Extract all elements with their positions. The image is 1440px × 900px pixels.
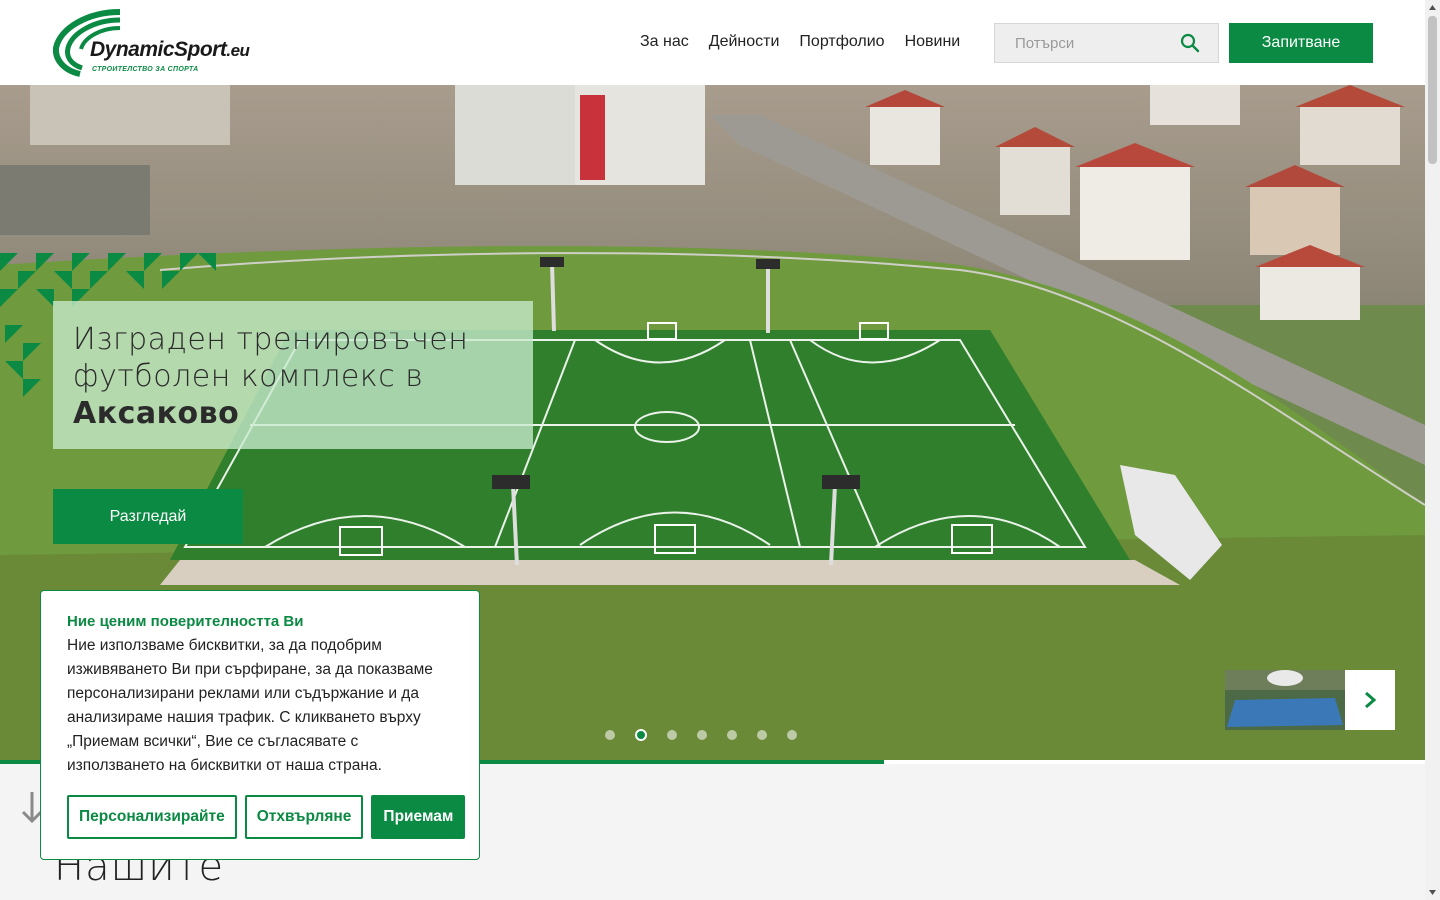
view-project-button[interactable]: Разгледай <box>53 489 243 544</box>
slider-dot-2[interactable] <box>635 729 647 741</box>
logo-tagline: СТРОИТЕЛСТВО ЗА СПОРТА <box>92 66 199 73</box>
inquiry-button[interactable]: Запитване <box>1229 23 1373 63</box>
cookie-title: Ние ценим поверителността Ви <box>67 613 304 630</box>
cookie-consent-dialog: Ние ценим поверителността Ви Ние използв… <box>40 590 480 860</box>
slider-dot-7[interactable] <box>787 730 797 740</box>
chevron-right-icon <box>1365 691 1377 709</box>
next-slide-thumbnail[interactable] <box>1225 670 1345 730</box>
page-root: DynamicSport.eu СТРОИТЕЛСТВО ЗА СПОРТА З… <box>0 0 1440 900</box>
search-icon[interactable] <box>1180 33 1200 53</box>
cookie-text: Ние използваме бисквитки, за да подобрим… <box>67 637 433 774</box>
slider-pagination <box>605 729 797 741</box>
main-nav: За нас Дейности Портфолио Новини <box>640 33 960 51</box>
thumbnail-image <box>1225 670 1345 730</box>
scrollbar-thumb[interactable] <box>1428 16 1437 164</box>
next-slide-button[interactable] <box>1345 670 1395 730</box>
scroll-up-icon[interactable] <box>1428 3 1437 12</box>
nav-item-news[interactable]: Новини <box>905 33 961 51</box>
search-input[interactable] <box>995 24 1180 62</box>
cookie-reject-button[interactable]: Отхвърляне <box>244 795 364 839</box>
hero-title: Изграден тренировъчен футболен комплекс … <box>73 322 469 431</box>
cookie-accept-button[interactable]: Приемам <box>371 795 466 839</box>
slider-dot-5[interactable] <box>727 730 737 740</box>
slider-dot-4[interactable] <box>697 730 707 740</box>
site-logo[interactable]: DynamicSport.eu СТРОИТЕЛСТВО ЗА СПОРТА <box>50 8 290 80</box>
hero-caption: Изграден тренировъчен футболен комплекс … <box>53 301 533 449</box>
logo-wordmark: DynamicSport.eu <box>90 38 250 61</box>
slider-dot-3[interactable] <box>667 730 677 740</box>
nav-item-activities[interactable]: Дейности <box>709 33 780 51</box>
scroll-down-icon[interactable] <box>1428 888 1437 897</box>
site-header: DynamicSport.eu СТРОИТЕЛСТВО ЗА СПОРТА З… <box>0 0 1425 85</box>
cookie-actions: Персонализирайте Отхвърляне Приемам <box>67 795 466 839</box>
nav-item-portfolio[interactable]: Портфолио <box>799 33 884 51</box>
search-box <box>994 23 1219 63</box>
slider-dot-6[interactable] <box>757 730 767 740</box>
nav-item-about[interactable]: За нас <box>640 33 689 51</box>
page-scrollbar[interactable] <box>1425 0 1440 900</box>
cookie-customize-button[interactable]: Персонализирайте <box>67 795 237 839</box>
slider-dot-1[interactable] <box>605 730 615 740</box>
